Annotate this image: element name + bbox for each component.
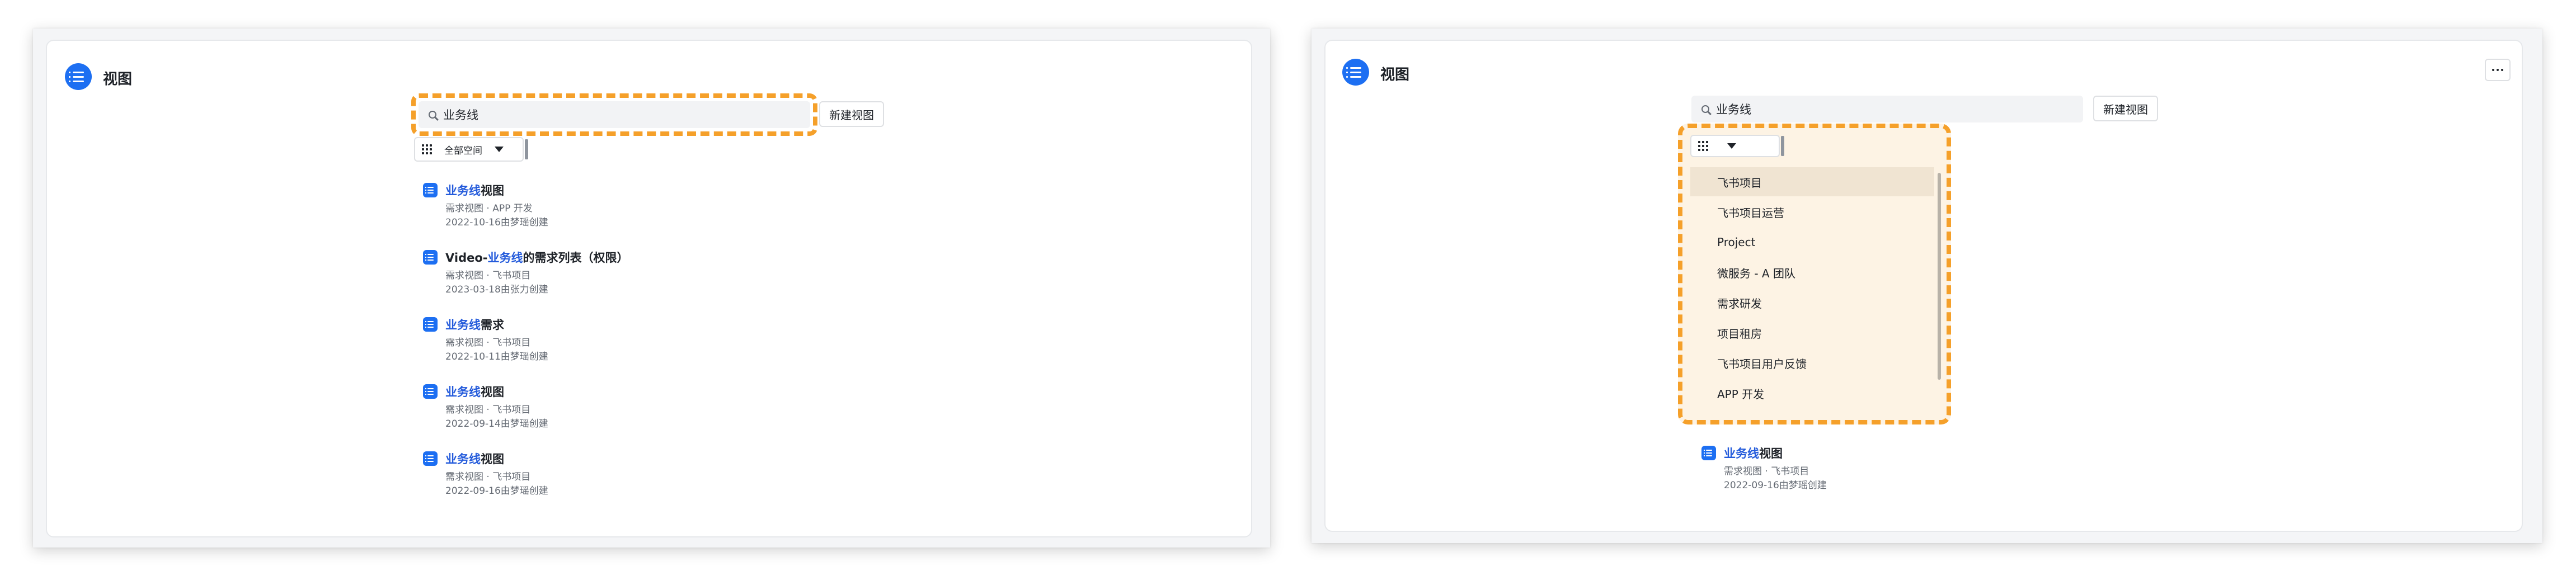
result-subtitle: 需求视图 · 飞书项目 — [445, 471, 531, 483]
space-select[interactable]: 全部空间 — [414, 137, 524, 162]
result-meta: 2022-10-16由梦瑶创建 — [445, 217, 548, 228]
search-icon — [1701, 105, 1709, 113]
search-result-item[interactable]: 业务线视图 需求视图 · 飞书项目 2022-09-16由梦瑶创建 — [423, 450, 703, 501]
view-icon — [423, 451, 438, 466]
result-title: 业务线视图 — [445, 452, 504, 466]
new-view-button[interactable]: 新建视图 — [2093, 96, 2158, 121]
chevron-down-icon — [495, 147, 504, 152]
new-view-button[interactable]: 新建视图 — [819, 101, 884, 127]
annotation-highlight — [411, 93, 817, 136]
more-button[interactable] — [2485, 59, 2511, 81]
dropdown-option[interactable]: 飞书项目 — [1690, 167, 1934, 196]
view-icon — [423, 384, 438, 399]
right-window: 视图 业务线 新建视图 飞书项目 飞书项目运营 Project 微服务 - A … — [1311, 29, 2542, 543]
page-title: 视图 — [103, 71, 133, 88]
page-title: 视图 — [1380, 67, 1410, 83]
result-meta: 2022-09-16由梦瑶创建 — [1724, 480, 1827, 491]
grid-icon — [422, 144, 432, 154]
dropdown-option[interactable]: Project — [1690, 228, 1934, 257]
search-result-item[interactable]: Video-业务线的需求列表（权限） 需求视图 · 飞书项目 2023-03-1… — [423, 249, 703, 299]
search-result-item[interactable]: 业务线视图 需求视图 · APP 开发 2022-10-16由梦瑶创建 — [423, 182, 703, 232]
search-input[interactable]: 业务线 — [1691, 96, 2083, 122]
select-divider — [1781, 136, 1784, 156]
grid-icon — [1698, 141, 1708, 151]
dropdown-scrollbar[interactable] — [1938, 173, 1941, 380]
result-title: 业务线视图 — [1724, 447, 1783, 460]
space-dropdown[interactable]: 飞书项目 飞书项目运营 Project 微服务 - A 团队 需求研发 项目租房… — [1678, 124, 1951, 424]
view-panel-right: 视图 业务线 新建视图 飞书项目 飞书项目运营 Project 微服务 - A … — [1324, 40, 2523, 532]
result-subtitle: 需求视图 · 飞书项目 — [1724, 466, 1809, 477]
result-title: 业务线需求 — [445, 318, 504, 332]
result-title: Video-业务线的需求列表（权限） — [445, 251, 629, 265]
result-meta: 2023-03-18由张力创建 — [445, 284, 548, 295]
view-panel-left: 视图 业务线 新建视图 全部空间 业务线视图 需求视图 · APP 开发 202… — [46, 40, 1252, 537]
result-meta: 2022-09-14由梦瑶创建 — [445, 418, 548, 430]
result-title: 业务线视图 — [445, 184, 504, 197]
ellipsis-icon — [2492, 69, 2494, 71]
view-icon — [423, 250, 438, 265]
result-subtitle: 需求视图 · 飞书项目 — [445, 337, 531, 348]
search-result-item[interactable]: 业务线视图 需求视图 · 飞书项目 2022-09-14由梦瑶创建 — [423, 383, 703, 433]
search-result-item[interactable]: 业务线视图 需求视图 · 飞书项目 2022-09-16由梦瑶创建 — [1701, 445, 1981, 495]
chevron-down-icon — [1727, 143, 1736, 149]
left-window: 视图 业务线 新建视图 全部空间 业务线视图 需求视图 · APP 开发 202… — [33, 29, 1270, 548]
result-subtitle: 需求视图 · 飞书项目 — [445, 404, 531, 416]
search-value: 业务线 — [1716, 103, 1751, 116]
view-list-icon — [65, 63, 92, 90]
select-divider — [525, 139, 528, 159]
dropdown-option[interactable]: 项目租房 — [1690, 318, 1934, 347]
space-select-label: 全部空间 — [444, 145, 482, 157]
result-subtitle: 需求视图 · APP 开发 — [445, 203, 533, 214]
result-meta: 2022-09-16由梦瑶创建 — [445, 485, 548, 497]
dropdown-option[interactable]: 飞书项目用户反馈 — [1690, 348, 1934, 378]
search-result-item[interactable]: 业务线需求 需求视图 · 飞书项目 2022-10-11由梦瑶创建 — [423, 316, 703, 366]
view-icon — [423, 183, 438, 197]
dropdown-option[interactable]: 微服务 - A 团队 — [1690, 258, 1934, 287]
view-list-icon — [1342, 59, 1369, 86]
dropdown-option[interactable]: 飞书项目运营 — [1690, 197, 1934, 227]
result-meta: 2022-10-11由梦瑶创建 — [445, 351, 548, 362]
view-icon — [423, 317, 438, 332]
dropdown-option[interactable]: APP 开发 — [1690, 379, 1934, 408]
dropdown-option[interactable]: 需求研发 — [1690, 288, 1934, 317]
view-icon — [1701, 446, 1716, 460]
result-subtitle: 需求视图 · 飞书项目 — [445, 270, 531, 281]
result-title: 业务线视图 — [445, 385, 504, 399]
space-select[interactable] — [1690, 135, 1780, 157]
